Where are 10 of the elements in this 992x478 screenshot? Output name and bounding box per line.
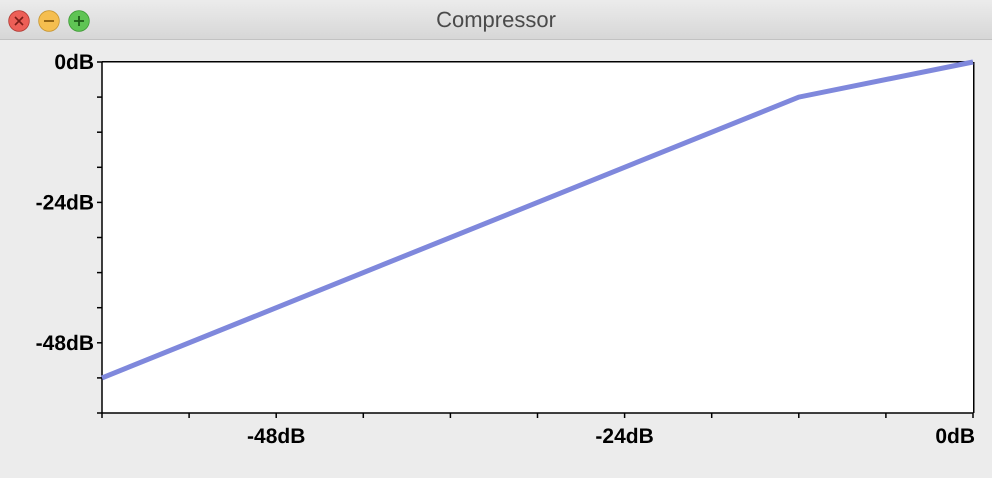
tick-label: 0dB — [935, 425, 975, 448]
window-title: Compressor — [436, 6, 556, 34]
tick-label: -24dB — [36, 191, 94, 214]
tick-label: -48dB — [36, 332, 94, 355]
minimize-button[interactable] — [38, 9, 60, 31]
tick-label: 0dB — [54, 51, 94, 74]
tick-label: -48dB — [247, 425, 306, 448]
close-button[interactable] — [8, 9, 30, 31]
zoom-button[interactable] — [68, 9, 90, 31]
tick-label: -24dB — [595, 425, 654, 448]
